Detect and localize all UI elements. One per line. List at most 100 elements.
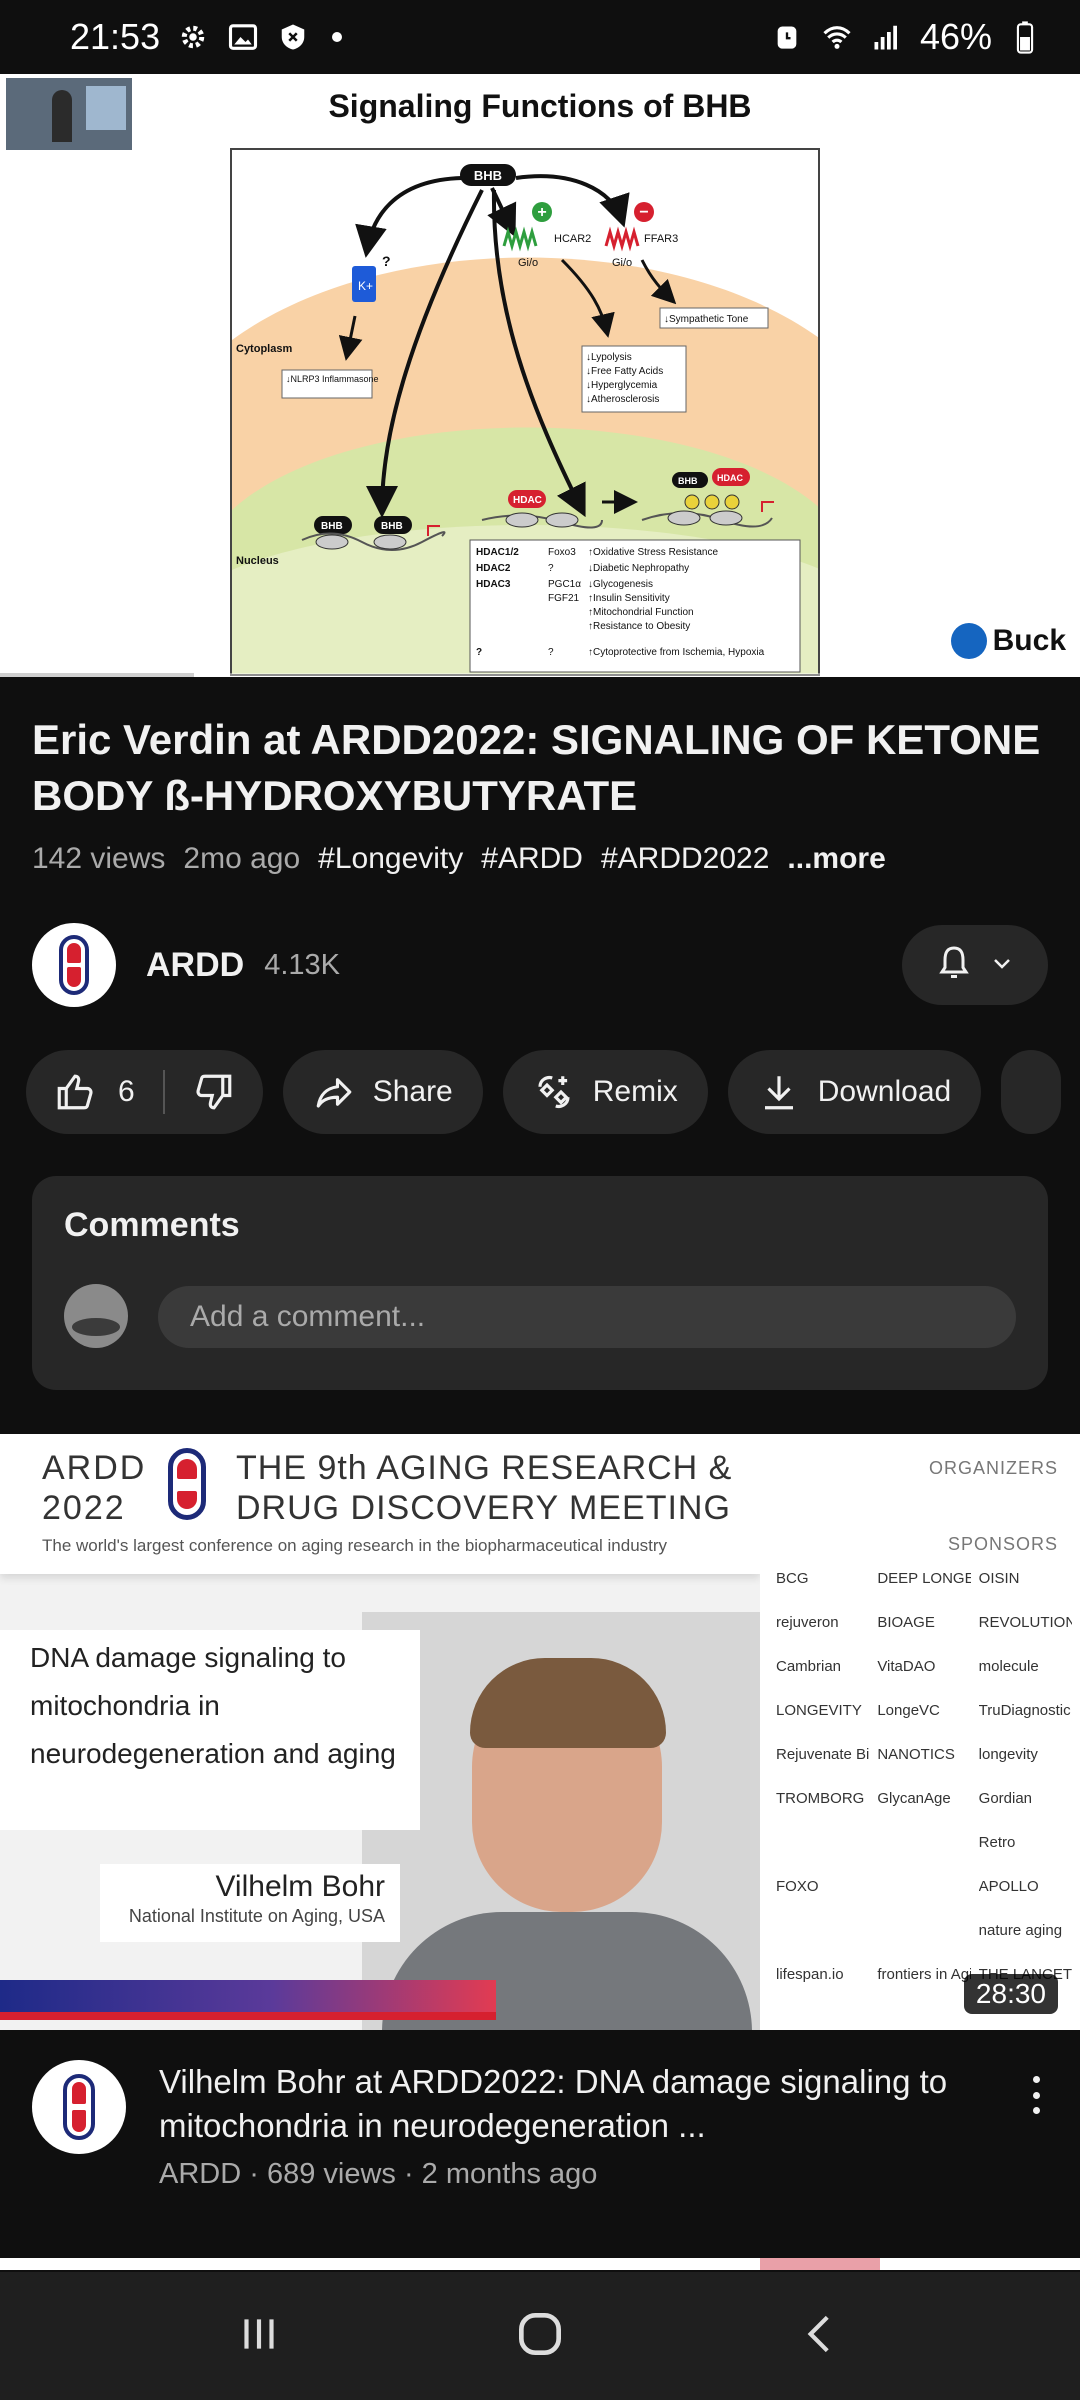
ardd-text: ARDD <box>42 1449 147 1487</box>
hdac-row-target: PGC1α <box>548 579 581 590</box>
sponsor-logo: Retro <box>978 1833 1016 1851</box>
hdac-row-effect: ↑Oxidative Stress Resistance <box>588 547 718 558</box>
user-avatar <box>64 1284 128 1348</box>
comments-title: Comments <box>64 1206 240 1244</box>
image-icon <box>226 20 260 54</box>
hdac-row-effect: ↑Insulin Sensitivity <box>588 593 670 604</box>
hashtag[interactable]: #ARDD <box>481 842 583 876</box>
thumbs-up-icon <box>57 1074 93 1110</box>
share-icon <box>316 1078 352 1108</box>
dislike-button[interactable] <box>193 1071 235 1113</box>
hdac-row-effect: ↑Mitochondrial Function <box>588 607 694 618</box>
sponsor-logo: TROMBORG <box>776 1789 865 1807</box>
plus-sign: + <box>537 204 546 221</box>
like-button[interactable]: 6 <box>54 1071 135 1113</box>
video-player[interactable]: Signaling Functions of BHB BHB + − HCAR2… <box>0 74 1080 677</box>
cytoplasm-label: Cytoplasm <box>236 343 292 355</box>
more-options-icon[interactable] <box>1024 2070 1048 2120</box>
channel-avatar[interactable] <box>32 2060 126 2154</box>
back-icon[interactable] <box>796 2309 846 2364</box>
sponsor-logo: DEEP LONGEVITY <box>877 1569 971 1587</box>
potassium-label: K+ <box>358 279 373 293</box>
notification-bell-button[interactable] <box>902 925 1048 1005</box>
sympathetic-tone: ↓Sympathetic Tone <box>664 314 749 325</box>
home-icon[interactable] <box>512 2306 568 2367</box>
sponsor-logo: LongeVC <box>877 1701 940 1719</box>
notification-dot <box>332 32 343 42</box>
sponsor-logo: Gordian <box>978 1789 1033 1807</box>
next-video-info[interactable]: Vilhelm Bohr at ARDD2022: DNA damage sig… <box>32 2060 1048 2210</box>
remix-button[interactable]: Remix <box>502 1050 708 1134</box>
bhb-label: BHB <box>321 521 343 532</box>
status-bar: 21:53 46% <box>0 0 1080 74</box>
sponsor-logo: LONGEVITY <box>776 1701 862 1719</box>
comments-section[interactable]: Comments Add a comment... <box>32 1176 1048 1390</box>
next-video-thumbnail[interactable]: ARDD 2022 THE 9th AGING RESEARCH & DRUG … <box>0 1434 1080 2030</box>
video-title[interactable]: Eric Verdin at ARDD2022: SIGNALING OF KE… <box>32 712 1048 824</box>
sponsors-panel: ORGANIZERS SPONSORS BCG DEEP LONGEVITY OIS… <box>760 1434 1080 2030</box>
upload-age: 2mo ago <box>183 842 301 875</box>
download-label: Download <box>817 1075 952 1108</box>
shield-icon <box>276 20 310 54</box>
sponsor-logo <box>877 1918 970 1942</box>
ffar3-label: FFAR3 <box>644 233 678 245</box>
more-link[interactable]: ...more <box>787 842 885 876</box>
hdac-label: HDAC <box>513 495 542 506</box>
hashtag[interactable]: #Longevity <box>318 842 463 876</box>
channel-name[interactable]: ARDD <box>146 946 244 985</box>
progress-bar[interactable] <box>0 673 1080 677</box>
buck-logo: Buck <box>950 623 1066 659</box>
lipolysis-item: ↓Atherosclerosis <box>586 394 659 405</box>
sponsor-logo: frontiers in Aging <box>877 1965 970 1983</box>
wifi-icon <box>820 20 854 54</box>
sponsor-logo: Cambrian <box>776 1657 842 1675</box>
hdac-row-effect: ↓Glycogenesis <box>588 579 653 590</box>
year-text: 2022 <box>42 1489 126 1527</box>
sponsor-logo: OISIN <box>978 1569 1020 1587</box>
gio-label: Gi/o <box>518 257 538 269</box>
download-icon <box>764 1076 793 1110</box>
sponsor-logo: APOLLO <box>978 1877 1039 1895</box>
sponsor-logo: lifespan.io <box>776 1965 844 1983</box>
duration-badge: 28:30 <box>963 1974 1058 2014</box>
sponsor-logo: molecule <box>978 1657 1039 1675</box>
sponsor-logo: FOXO <box>776 1877 819 1895</box>
sponsor-logo: TruDiagnostic <box>978 1701 1071 1719</box>
hashtag[interactable]: #ARDD2022 <box>601 842 769 876</box>
video-meta[interactable]: 142 views 2mo ago #Longevity #ARDD #ARDD… <box>32 842 886 876</box>
signal-icon <box>870 20 904 54</box>
sponsor-logo <box>877 1830 970 1854</box>
conference-name: ARDD 2022 <box>42 1448 146 1528</box>
hcar2-label: HCAR2 <box>554 233 591 245</box>
download-button[interactable]: Download <box>727 1050 982 1134</box>
sponsor-logo: REVOLUTION <box>978 1613 1072 1631</box>
share-button[interactable]: Share <box>282 1050 483 1134</box>
remix-label: Remix <box>592 1075 678 1108</box>
gio-label: Gi/o <box>612 257 632 269</box>
channel-avatar[interactable] <box>32 923 116 1007</box>
sponsor-logo: BIOAGE <box>877 1613 935 1631</box>
recents-icon[interactable] <box>234 2309 284 2364</box>
action-row: 6 Share Remix Download <box>26 1050 1080 1134</box>
talk-title: DNA damage signaling to mitochondria in … <box>30 1642 396 1769</box>
add-comment-input[interactable]: Add a comment... <box>158 1286 1016 1348</box>
sponsor-logo: BCG <box>776 1569 809 1587</box>
hdac-row-target: FGF21 <box>548 593 580 604</box>
progress-fill <box>0 673 195 677</box>
hdac-row-effect: ↑Cytoprotective from Ischemia, Hypoxia <box>588 647 765 658</box>
sponsor-logo: longevity <box>978 1745 1038 1763</box>
hdac-row-enzyme: HDAC2 <box>476 563 511 574</box>
hdac-row-enzyme: HDAC3 <box>476 579 511 590</box>
alarm-icon <box>770 20 804 54</box>
status-time: 21:53 <box>70 16 161 57</box>
slide-title: Signaling Functions of BHB <box>328 88 752 124</box>
hdac-row-target: Foxo3 <box>548 547 576 558</box>
decorative-bar <box>0 2012 496 2020</box>
bhb-label: BHB <box>474 168 502 183</box>
next-video-title[interactable]: Vilhelm Bohr at ARDD2022: DNA damage sig… <box>159 2060 979 2148</box>
meeting-subtitle: The world's largest conference on aging … <box>42 1536 668 1555</box>
thumbs-down-icon <box>196 1074 232 1110</box>
like-count: 6 <box>118 1075 135 1108</box>
buck-logo-icon <box>950 623 987 659</box>
more-actions-chip[interactable] <box>1001 1050 1062 1134</box>
